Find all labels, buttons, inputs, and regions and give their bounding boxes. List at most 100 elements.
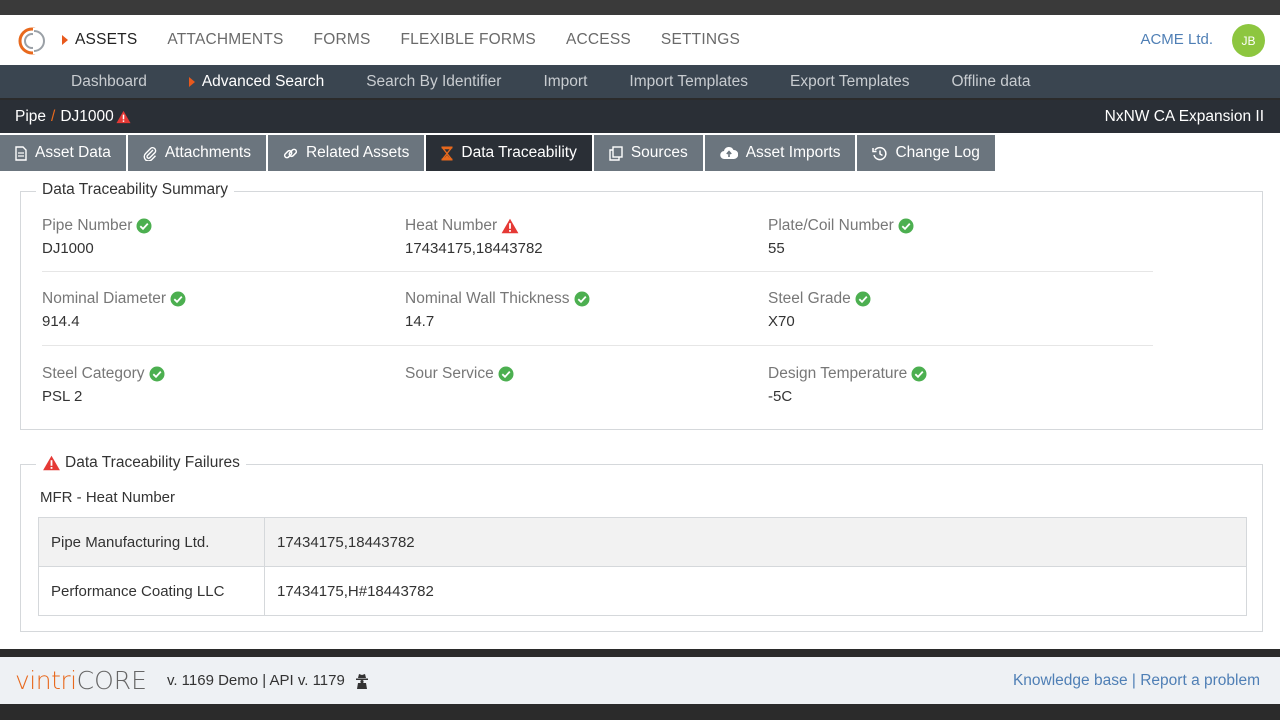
brand-part-a: vintri: [15, 666, 77, 695]
link-icon: [283, 146, 298, 161]
subnav-export-templates[interactable]: Export Templates: [790, 73, 909, 91]
check-circle-icon: [911, 366, 927, 382]
nav-assets-label: ASSETS: [75, 31, 138, 48]
row-divider: [42, 271, 1153, 272]
table-row: Performance Coating LLC 17434175,H#18443…: [38, 566, 1247, 616]
nav-forms-label: FORMS: [313, 31, 371, 48]
field-label: Steel Category: [42, 365, 145, 382]
version-text: v. 1169 Demo | API v. 1179: [166, 672, 345, 689]
failure-source: Pipe Manufacturing Ltd.: [38, 517, 265, 567]
subnav-dashboard[interactable]: Dashboard: [71, 73, 147, 91]
traceability-summary-panel: Data Traceability Summary Pipe Number DJ…: [20, 181, 1263, 430]
nav-flexible-forms-label: FLEXIBLE FORMS: [400, 31, 536, 48]
subnav-import[interactable]: Import: [543, 73, 587, 91]
copy-icon: [609, 145, 623, 161]
breadcrumb: Pipe / DJ1000 NxNW CA Expansion II: [0, 100, 1280, 133]
top-navbar: ASSETS ATTACHMENTS FORMS FLEXIBLE FORMS …: [0, 15, 1280, 65]
tab-attachments[interactable]: Attachments: [127, 135, 266, 171]
field-value: X70: [768, 313, 795, 330]
field-plate-coil-number: Plate/Coil Number 55: [768, 216, 1108, 257]
subnav-export-templates-label: Export Templates: [790, 72, 910, 90]
link-separator: |: [1131, 672, 1136, 689]
field-value: DJ1000: [42, 240, 94, 257]
breadcrumb-separator: /: [51, 107, 56, 125]
warning-icon: [42, 455, 61, 471]
nav-forms[interactable]: FORMS: [314, 31, 371, 49]
breadcrumb-parent-link[interactable]: Pipe: [15, 108, 46, 126]
brand-logo: vintriCORE: [15, 666, 147, 695]
tab-data-traceability-label: Data Traceability: [461, 144, 577, 161]
field-nominal-diameter: Nominal Diameter 914.4: [42, 289, 382, 330]
failures-table: Pipe Manufacturing Ltd. 17434175,1844378…: [38, 517, 1247, 616]
subnav-offline-data[interactable]: Offline data: [951, 73, 1030, 91]
subnav-import-templates-label: Import Templates: [629, 72, 748, 90]
field-label: Sour Service: [405, 365, 494, 382]
nav-assets[interactable]: ASSETS: [62, 31, 137, 49]
field-label: Nominal Wall Thickness: [405, 290, 570, 307]
tab-related-assets[interactable]: Related Assets: [267, 135, 425, 171]
app-logo-icon[interactable]: [18, 26, 46, 55]
nav-flexible-forms[interactable]: FLEXIBLE FORMS: [401, 31, 536, 49]
project-name: NxNW CA Expansion II: [1104, 108, 1264, 125]
failures-legend: Data Traceability Failures: [36, 454, 246, 472]
asset-tabs: Asset Data Attachments Related Assets Da…: [0, 133, 1280, 171]
history-icon: [872, 146, 887, 161]
nav-attachments[interactable]: ATTACHMENTS: [167, 31, 283, 49]
tab-asset-imports[interactable]: Asset Imports: [704, 135, 856, 171]
field-value: 914.4: [42, 313, 80, 330]
check-circle-icon: [170, 291, 186, 307]
top-strip: [0, 0, 1280, 15]
hourglass-icon: [441, 146, 453, 161]
subnav-import-templates[interactable]: Import Templates: [629, 73, 748, 91]
tab-sources[interactable]: Sources: [593, 135, 703, 171]
check-circle-icon: [498, 366, 514, 382]
row-divider: [42, 345, 1153, 346]
field-label: Plate/Coil Number: [768, 217, 894, 234]
footer: vintriCORE v. 1169 Demo | API v. 1179 Kn…: [0, 657, 1280, 704]
spy-icon[interactable]: [355, 673, 369, 689]
field-steel-category: Steel Category PSL 2: [42, 364, 382, 405]
field-label: Steel Grade: [768, 290, 851, 307]
tab-attachments-label: Attachments: [164, 144, 251, 161]
traceability-failures-panel: Data Traceability Failures MFR - Heat Nu…: [20, 454, 1263, 632]
failure-value: 17434175,H#18443782: [264, 566, 1247, 616]
file-icon: [15, 145, 27, 161]
tab-data-traceability[interactable]: Data Traceability: [426, 135, 592, 171]
field-sour-service: Sour Service: [405, 364, 745, 388]
tab-asset-imports-label: Asset Imports: [745, 144, 841, 161]
bottom-strip: [0, 704, 1280, 720]
tab-asset-data-label: Asset Data: [35, 144, 111, 161]
subnav-search-by-identifier[interactable]: Search By Identifier: [366, 73, 501, 91]
table-row: Pipe Manufacturing Ltd. 17434175,1844378…: [38, 517, 1247, 567]
report-problem-link[interactable]: Report a problem: [1140, 672, 1260, 689]
failures-subtitle: MFR - Heat Number: [40, 489, 176, 506]
tab-related-assets-label: Related Assets: [305, 144, 410, 161]
check-circle-icon: [855, 291, 871, 307]
check-circle-icon: [898, 218, 914, 234]
subnav-advanced-search-label: Advanced Search: [201, 72, 325, 90]
subnav-advanced-search[interactable]: Advanced Search: [188, 72, 325, 91]
main-content: Data Traceability Summary Pipe Number DJ…: [0, 171, 1280, 649]
tab-change-log[interactable]: Change Log: [857, 135, 995, 171]
nav-settings[interactable]: SETTINGS: [661, 31, 740, 49]
field-nominal-wall-thickness: Nominal Wall Thickness 14.7: [405, 289, 745, 330]
breadcrumb-current: DJ1000: [60, 107, 114, 125]
field-label: Nominal Diameter: [42, 290, 167, 307]
field-value: 17434175,18443782: [405, 240, 543, 257]
warning-icon: [501, 218, 519, 234]
knowledge-base-link[interactable]: Knowledge base: [1013, 672, 1128, 689]
field-design-temperature: Design Temperature -5C: [768, 364, 1108, 405]
summary-legend-text: Data Traceability Summary: [42, 181, 229, 198]
nav-attachments-label: ATTACHMENTS: [167, 31, 284, 48]
user-avatar[interactable]: JB: [1232, 24, 1265, 57]
nav-access[interactable]: ACCESS: [566, 31, 631, 49]
paperclip-icon: [143, 146, 157, 161]
active-caret-icon: [62, 35, 68, 45]
footer-links: Knowledge base | Report a problem: [1013, 672, 1260, 690]
field-value: 55: [768, 240, 785, 257]
company-name-link[interactable]: ACME Ltd.: [1140, 31, 1213, 48]
field-label: Design Temperature: [768, 365, 908, 382]
subnav-search-by-identifier-label: Search By Identifier: [366, 72, 502, 90]
tab-sources-label: Sources: [630, 144, 688, 161]
tab-asset-data[interactable]: Asset Data: [0, 135, 126, 171]
